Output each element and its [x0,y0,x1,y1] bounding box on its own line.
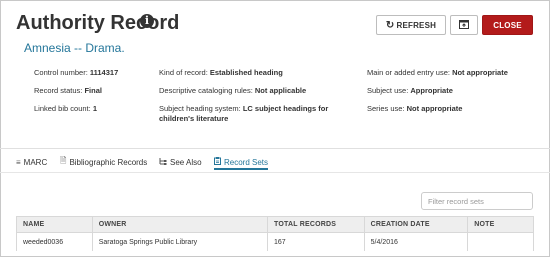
linked-bib-count-field: Linked bib count: 1 [34,104,97,114]
refresh-button[interactable]: ↻ REFRESH [376,15,446,35]
cell-total-records: 167 [268,233,365,251]
main-entry-use-field: Main or added entry use: Not appropriate [367,68,508,78]
descriptive-rules-field: Descriptive cataloging rules: Not applic… [159,86,306,96]
record-heading: Amnesia -- Drama. [24,41,125,55]
cell-name: weeded0036 [17,233,93,251]
tab-marc-label: MARC [23,157,48,167]
record-status-field: Record status: Final [34,86,102,96]
main-entry-use-value: Not appropriate [452,68,508,77]
control-number-label: Control number: [34,68,88,77]
tab-see-also[interactable]: See Also [159,156,202,168]
table-row[interactable]: weeded0036 Saratoga Springs Public Libra… [17,233,533,251]
linked-bib-count-value: 1 [92,104,97,113]
tab-record-sets-label: Record Sets [224,157,269,167]
refresh-icon: ↻ [385,19,395,31]
descriptive-rules-label: Descriptive cataloging rules: [159,86,253,95]
record-status-value: Final [84,86,102,95]
tab-bibliographic-records-label: Bibliographic Records [69,157,148,167]
kind-of-record-value: Established heading [209,68,283,77]
cell-creation-date: 5/4/2016 [365,233,469,251]
main-entry-use-label: Main or added entry use: [367,68,450,77]
record-status-label: Record status: [34,86,83,95]
column-header-creation-date[interactable]: CREATION DATE [365,217,469,232]
series-use-field: Series use: Not appropriate [367,104,462,114]
series-use-value: Not appropriate [406,104,463,113]
subject-use-label: Subject use: [367,86,409,95]
control-number-field: Control number: 1114317 [34,68,118,78]
linked-bib-count-label: Linked bib count: [34,104,91,113]
document-icon: 🗎 [60,156,67,165]
list-icon: ≡ [16,157,21,167]
tab-marc[interactable]: ≡ MARC [16,156,47,168]
control-number-value: 1114317 [89,68,119,77]
close-button[interactable]: CLOSE [482,15,533,35]
kind-of-record-label: Kind of record: [159,68,208,77]
column-header-note[interactable]: NOTE [468,217,533,232]
subject-use-field: Subject use: Appropriate [367,86,453,96]
tab-record-sets[interactable]: Record Sets [214,156,268,168]
clipboard-icon [214,157,221,167]
tab-content-divider [0,172,550,173]
page-title: Authority Record [16,12,180,34]
series-use-label: Series use: [367,104,405,113]
cell-note [468,233,533,251]
record-sets-table: NAME OWNER TOTAL RECORDS CREATION DATE N… [16,216,534,251]
popout-icon [459,19,469,31]
subject-use-value: Appropriate [410,86,453,95]
column-header-name[interactable]: NAME [17,217,93,232]
subject-heading-system-field: Subject heading system: LC subject headi… [159,104,344,124]
popout-button[interactable] [450,15,478,35]
info-icon[interactable]: i [140,14,154,28]
tree-icon [159,157,167,167]
subject-heading-system-label: Subject heading system: [159,104,241,113]
tabs-divider [0,148,550,149]
tab-bibliographic-records[interactable]: 🗎 Bibliographic Records [60,156,147,168]
column-header-owner[interactable]: OWNER [93,217,268,232]
descriptive-rules-value: Not applicable [254,86,307,95]
kind-of-record-field: Kind of record: Established heading [159,68,283,78]
tab-see-also-label: See Also [170,157,202,167]
cell-owner: Saratoga Springs Public Library [93,233,268,251]
column-header-total-records[interactable]: TOTAL RECORDS [268,217,365,232]
refresh-button-label: REFRESH [396,20,437,30]
active-tab-indicator [214,168,268,170]
table-header-row: NAME OWNER TOTAL RECORDS CREATION DATE N… [17,217,533,233]
filter-record-sets-input[interactable] [421,192,533,210]
